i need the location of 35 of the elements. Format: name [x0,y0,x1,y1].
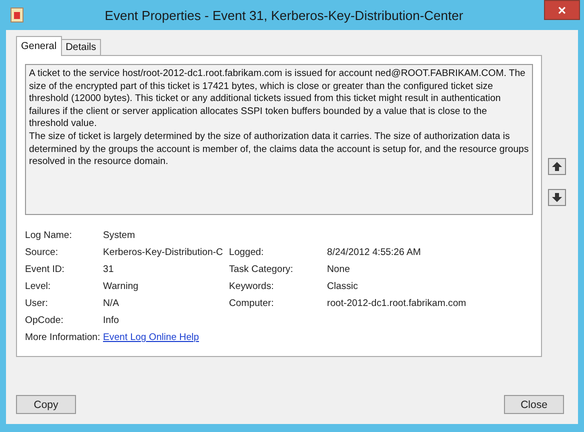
field-label: More Information: [25,331,102,344]
field-label: User: [25,297,49,310]
field-label: Event ID: [25,263,66,276]
close-button[interactable]: × [544,0,580,20]
field-label: Level: [25,280,52,293]
field-value: 8/24/2012 4:55:26 AM [327,246,422,259]
field-label: Keywords: [229,280,275,293]
tab[interactable]: General [16,36,62,56]
next-button[interactable] [548,189,566,206]
field-value: 31 [103,263,115,276]
field-value: System [103,229,136,242]
copy-button[interactable]: Copy [16,395,76,414]
field-label: OpCode: [25,314,64,327]
field-value: Info [103,314,120,327]
field-value: N/A [103,297,120,310]
field-value: Classic [327,280,359,293]
up-arrow-icon [552,162,562,171]
field-value: Kerberos-Key-Distribution-C [103,246,224,259]
message-paragraph: The size of ticket is largely determined by the size of authorization data it carries. The size of authorization data is determined by the groups the account is member of, the claims data the account is setup for, and the resource groups resolved in the resource domain. [29,130,529,169]
window-title: Event Properties - Event 31, Kerberos-Key-Distribution-Center [104,8,464,22]
field-value: Warning [103,280,140,293]
close-button[interactable]: Close [504,395,564,414]
field-label: Computer: [229,297,275,310]
field-label: Source: [25,246,60,259]
tab[interactable]: Details [60,39,102,56]
field-label: Logged: [229,246,265,259]
previous-button[interactable] [548,158,566,175]
field-value: None [327,263,351,276]
field-value: root-2012-dc1.root.fabrikam.com [327,297,468,310]
message-paragraph: A ticket to the service host/root-2012-dc1.root.fabrikam.com is issued for account ned@ROOT.FABRIKAM.COM. The size of the encrypted part of this ticket is 17421 bytes, which is close or greater than the configured ticket size threshold (12000 bytes). This ticket or any additional tickets issued from this ticket might result in authentication failures if the client or server application allocates SSPI token buffers bounded by a value that is close to the threshold value. [29,68,526,131]
help-link[interactable]: Event Log Online Help [103,332,199,343]
down-arrow-icon [552,193,562,202]
app-icon [10,7,24,23]
field-label: Task Category: [229,263,294,276]
field-label: Log Name: [25,229,73,242]
